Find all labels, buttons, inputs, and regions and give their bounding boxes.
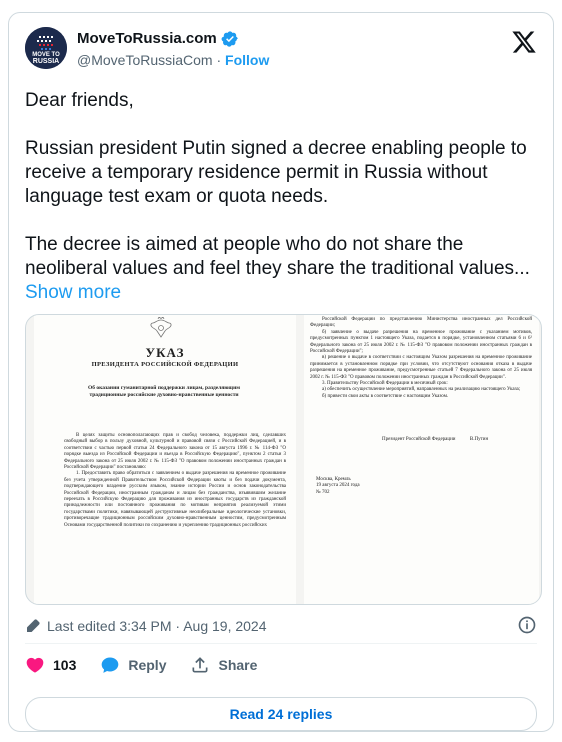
document-place-date: Москва, Кремль 19 августа 2024 года № 70… xyxy=(316,477,360,496)
like-count: 103 xyxy=(53,657,77,673)
tweet-paragraph: Russian president Putin signed a decree … xyxy=(25,138,527,207)
info-icon[interactable] xyxy=(517,615,537,635)
document-right-body: Российской Федерации по представлению Ми… xyxy=(310,317,532,400)
avatar-text-line2: RUSSIA xyxy=(32,58,60,65)
action-bar: 103 Reply Share xyxy=(25,653,281,677)
last-edited-text[interactable]: Last edited 3:34 PM · Aug 19, 2024 xyxy=(47,618,267,634)
document-signature: Президент Российской Федерации В.Путин xyxy=(382,437,488,442)
reply-button[interactable]: Reply xyxy=(100,655,166,675)
tweet-meta: Last edited 3:34 PM · Aug 19, 2024 xyxy=(25,615,537,637)
document-page-left: УКАЗ ПРЕЗИДЕНТА РОССИЙСКОЙ ФЕДЕРАЦИИ Об … xyxy=(34,315,296,604)
tweet-paragraph: The decree is aimed at people who do not… xyxy=(25,233,540,305)
document-paragraph: Российской Федерации по представлению Ми… xyxy=(310,317,532,329)
document-page-right: Российской Федерации по представлению Ми… xyxy=(304,315,539,604)
show-more-link[interactable]: Show more xyxy=(25,282,121,303)
document-paragraph: б) заявление о выдаче разрешения на врем… xyxy=(310,329,532,355)
coat-of-arms-icon xyxy=(150,317,172,338)
document-date: 19 августа 2024 года xyxy=(316,483,360,489)
document-number: № 702 xyxy=(316,489,330,495)
signature-name: В.Путин xyxy=(469,437,489,442)
verified-badge-icon xyxy=(221,31,238,47)
document-left-body: В целях защиты основополагающих прав и с… xyxy=(64,433,286,529)
handle[interactable]: @MoveToRussiaCom xyxy=(77,52,213,68)
avatar[interactable]: MOVE TO RUSSIA xyxy=(25,27,67,69)
x-logo-icon[interactable] xyxy=(511,29,537,55)
attached-document-image[interactable]: УКАЗ ПРЕЗИДЕНТА РОССИЙСКОЙ ФЕДЕРАЦИИ Об … xyxy=(25,314,542,605)
document-paragraph: 1. Предоставить право обратиться с заявл… xyxy=(64,471,286,528)
document-paragraph: б) привести свои акты в соответствие с н… xyxy=(322,393,449,399)
tweet-text: Dear friends, Russian president Putin si… xyxy=(25,89,540,305)
display-name[interactable]: MoveToRussia.com xyxy=(77,29,217,49)
document-paragraph: а) обеспечить осуществление мероприятий,… xyxy=(322,387,521,393)
document-title: Об оказании гуманитарной поддержки лицам… xyxy=(87,385,240,398)
tweet-card: MOVE TO RUSSIA MoveToRussia.com @MoveToR… xyxy=(8,12,554,732)
tweet-paragraph-text: The decree is aimed at people who do not… xyxy=(25,234,530,279)
signature-title: Президент Российской Федерации xyxy=(382,437,456,442)
document-paragraph: В целях защиты основополагающих прав и с… xyxy=(64,433,286,471)
share-label: Share xyxy=(218,657,258,673)
follow-button[interactable]: Follow xyxy=(225,52,269,68)
reply-bubble-icon xyxy=(102,657,119,673)
author-names: MoveToRussia.com @MoveToRussiaCom · Foll… xyxy=(77,29,269,70)
share-icon xyxy=(192,657,208,673)
like-button[interactable]: 103 xyxy=(25,655,76,675)
handle-separator: · xyxy=(212,52,226,68)
document-heading: УКАЗ xyxy=(145,345,185,360)
divider xyxy=(25,643,537,644)
display-name-row: MoveToRussia.com xyxy=(77,29,269,49)
tweet-paragraph: Dear friends, xyxy=(25,90,134,111)
pencil-icon xyxy=(27,619,40,632)
share-button[interactable]: Share xyxy=(190,655,257,675)
read-replies-button[interactable]: Read 24 replies xyxy=(25,697,537,731)
document-subheading: ПРЕЗИДЕНТА РОССИЙСКОЙ ФЕДЕРАЦИИ xyxy=(91,361,239,368)
tweet-header: MOVE TO RUSSIA MoveToRussia.com @MoveToR… xyxy=(25,27,537,75)
heart-icon xyxy=(26,657,44,673)
handle-row: @MoveToRussiaCom · Follow xyxy=(77,50,269,70)
reply-label: Reply xyxy=(128,657,167,673)
document-paragraph: в) решение о выдаче в соответствии с нас… xyxy=(310,355,532,380)
